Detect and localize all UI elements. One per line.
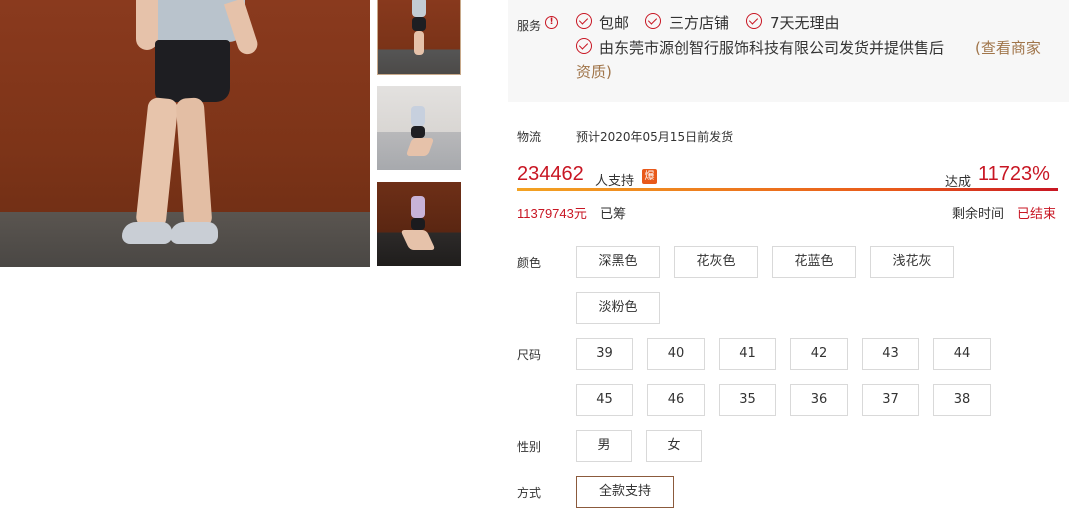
raised-label: 已筹 [600, 207, 627, 222]
check-circle-icon [746, 13, 762, 29]
size-option[interactable]: 42 [790, 338, 848, 370]
seller-info-text: 由东莞市源创智行服饰科技有限公司发货并提供售后 [599, 39, 945, 57]
funding-progress-bar [517, 188, 1058, 191]
remaining-time-value: 已结束 [1017, 207, 1057, 222]
size-option[interactable]: 38 [933, 384, 991, 416]
size-option[interactable]: 41 [719, 338, 776, 370]
size-option[interactable]: 46 [647, 384, 705, 416]
size-label: 尺码 [517, 348, 542, 362]
achieved-percent: 11723% [978, 163, 1050, 185]
thumbnail-1[interactable] [377, 0, 461, 75]
color-option[interactable]: 浅花灰 [870, 246, 954, 278]
hot-badge: 爆 [642, 169, 657, 184]
size-option[interactable]: 43 [862, 338, 919, 370]
thumbnail-3[interactable] [377, 182, 461, 266]
size-option[interactable]: 39 [576, 338, 633, 370]
view-seller-qualification-link[interactable]: (查看商家 [975, 37, 1041, 58]
shipping-estimate: 预计2020年05月15日前发货 [576, 130, 734, 144]
color-option[interactable]: 淡粉色 [576, 292, 660, 324]
remaining-time-label: 剩余时间 [952, 207, 1005, 222]
color-option[interactable]: 花蓝色 [772, 246, 856, 278]
supporters-count: 234462 [517, 163, 584, 185]
thumbnail-2[interactable] [377, 86, 461, 170]
supporters-unit: 人支持 [595, 174, 635, 189]
size-option[interactable]: 37 [862, 384, 919, 416]
service-label: 服务 [517, 19, 542, 33]
service-item-7-day-return: 7天无理由 [770, 14, 840, 32]
service-item-third-party-store: 三方店铺 [669, 14, 730, 32]
size-option[interactable]: 45 [576, 384, 633, 416]
color-option[interactable]: 深黑色 [576, 246, 660, 278]
info-alert-icon[interactable]: ! [545, 16, 558, 29]
main-product-image [0, 0, 370, 267]
funding-progress-fill [517, 188, 1058, 191]
logistics-label: 物流 [517, 130, 542, 144]
gender-label: 性别 [517, 440, 542, 454]
gender-option[interactable]: 女 [646, 430, 702, 462]
check-circle-icon [576, 38, 592, 54]
color-option[interactable]: 花灰色 [674, 246, 758, 278]
check-circle-icon [576, 13, 592, 29]
size-option[interactable]: 35 [719, 384, 776, 416]
gender-option[interactable]: 男 [576, 430, 632, 462]
method-option-full-payment[interactable]: 全款支持 [576, 476, 674, 508]
raised-amount: 11379743元 [517, 206, 587, 221]
size-option[interactable]: 36 [790, 384, 848, 416]
color-label: 颜色 [517, 256, 542, 270]
service-item-free-shipping: 包邮 [599, 14, 630, 32]
check-circle-icon [645, 13, 661, 29]
view-seller-qualification-link-cont[interactable]: 资质) [576, 61, 612, 82]
size-option[interactable]: 40 [647, 338, 705, 370]
size-option[interactable]: 44 [933, 338, 991, 370]
method-label: 方式 [517, 486, 542, 500]
